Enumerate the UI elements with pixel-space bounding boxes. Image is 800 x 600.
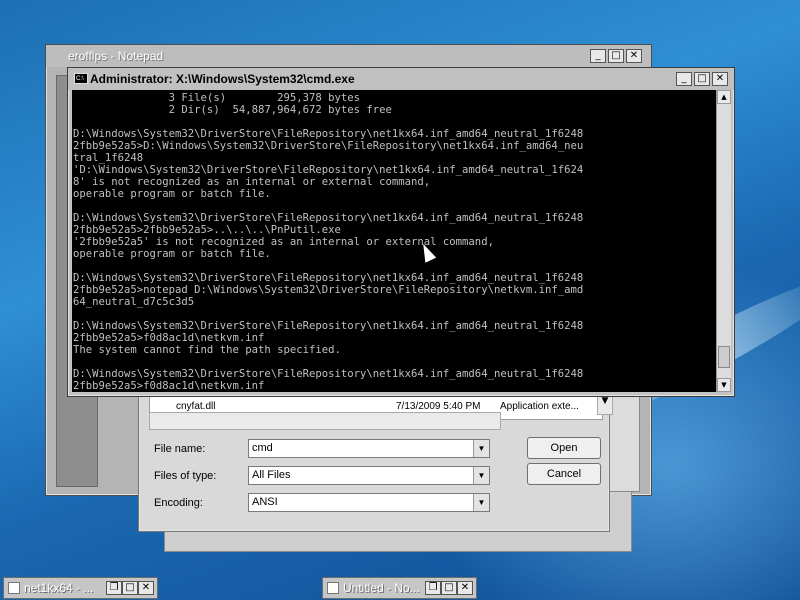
file-list-scroll-down[interactable]: ▼: [597, 395, 613, 415]
file-name-label: File name:: [154, 443, 206, 455]
chevron-down-icon[interactable]: ▼: [473, 494, 489, 511]
encoding-value: ANSI: [252, 496, 278, 508]
console-icon: C:\: [74, 73, 88, 84]
cmd-title: Administrator: X:\Windows\System32\cmd.e…: [90, 72, 355, 86]
chevron-down-icon[interactable]: ▼: [473, 440, 489, 457]
file-date-cell: 7/13/2009 5:40 PM: [396, 401, 481, 412]
minimized-title: net1kx64 - ...: [24, 581, 94, 595]
console-text: 3 File(s) 295,378 bytes 2 Dir(s) 54,887,…: [73, 92, 584, 392]
minimize-button[interactable]: _: [590, 49, 606, 63]
cmd-titlebar[interactable]: C:\ Administrator: X:\Windows\System32\c…: [68, 68, 734, 90]
scroll-down-arrow[interactable]: ▼: [717, 378, 731, 392]
notepad-titlebar[interactable]: erofflps - Notepad _ □ ✕: [46, 45, 651, 67]
cmd-window: C:\ Administrator: X:\Windows\System32\c…: [67, 67, 735, 397]
minimize-button[interactable]: _: [676, 72, 692, 86]
files-of-type-label: Files of type:: [154, 470, 217, 482]
console-output[interactable]: 3 File(s) 295,378 bytes 2 Dir(s) 54,887,…: [72, 90, 716, 392]
maximize-button[interactable]: □: [441, 581, 457, 595]
scroll-up-arrow[interactable]: ▲: [717, 90, 731, 104]
scroll-thumb[interactable]: [718, 346, 730, 368]
file-name-cell[interactable]: cnyfat.dll: [176, 401, 215, 412]
encoding-select[interactable]: ANSI ▼: [248, 493, 490, 512]
window-icon: [8, 582, 20, 594]
notepad-title: erofflps - Notepad: [68, 49, 164, 63]
restore-button[interactable]: ❐: [425, 581, 441, 595]
close-button[interactable]: ✕: [457, 581, 473, 595]
encoding-label: Encoding:: [154, 497, 203, 509]
file-type-cell: Application exte...: [500, 401, 579, 412]
maximize-button[interactable]: □: [694, 72, 710, 86]
file-name-field[interactable]: cmd ▼: [248, 439, 490, 458]
files-of-type-select[interactable]: All Files ▼: [248, 466, 490, 485]
minimized-title: Untitled - No...: [343, 581, 420, 595]
close-button[interactable]: ✕: [712, 72, 728, 86]
file-name-value: cmd: [252, 442, 273, 454]
restore-button[interactable]: ❐: [106, 581, 122, 595]
minimized-window-right[interactable]: Untitled - No... ❐ □ ✕: [322, 577, 477, 599]
chevron-down-icon[interactable]: ▼: [473, 467, 489, 484]
maximize-button[interactable]: □: [122, 581, 138, 595]
minimized-window-left[interactable]: net1kx64 - ... ❐ □ ✕: [3, 577, 158, 599]
file-list-hscroll[interactable]: [149, 412, 501, 430]
console-scrollbar[interactable]: ▲ ▼: [716, 90, 731, 392]
cancel-button[interactable]: Cancel: [527, 463, 601, 485]
files-of-type-value: All Files: [252, 469, 291, 481]
open-dialog: cnyfat.dll 7/13/2009 5:40 PM Application…: [138, 375, 613, 532]
maximize-button[interactable]: □: [608, 49, 624, 63]
close-button[interactable]: ✕: [138, 581, 154, 595]
window-icon: [327, 582, 339, 594]
open-button[interactable]: Open: [527, 437, 601, 459]
close-button[interactable]: ✕: [626, 49, 642, 63]
